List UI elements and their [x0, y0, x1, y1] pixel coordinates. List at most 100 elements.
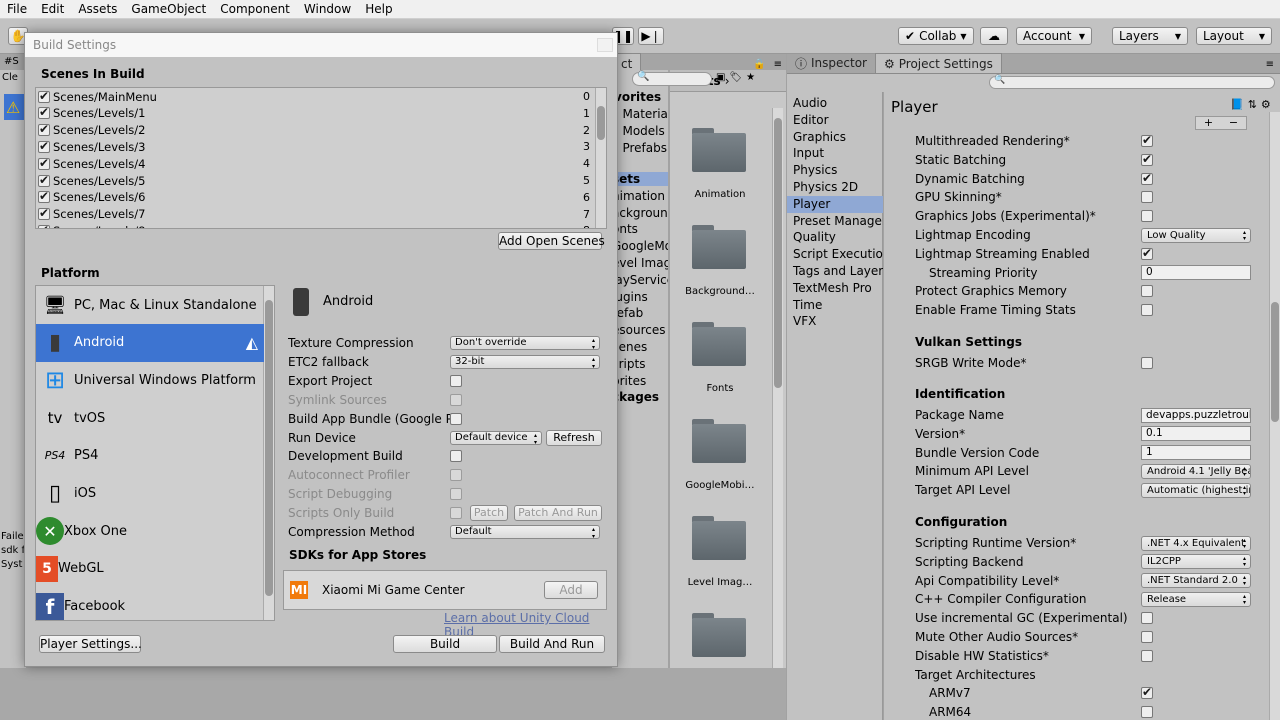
platform-pc-mac-linux-standalone[interactable]: 🖥 PC, Mac & Linux Standalone	[36, 286, 264, 324]
scene-checkbox[interactable]	[38, 189, 50, 204]
favorites-item[interactable]: vorites	[614, 90, 661, 104]
scene-row[interactable]: Scenes/Levels/8 8	[38, 222, 590, 228]
setting-checkbox[interactable]	[1141, 133, 1153, 147]
folder-icon[interactable]	[692, 419, 746, 463]
console-tab-fragment[interactable]: #S	[0, 54, 26, 70]
build-option-checkbox[interactable]	[450, 374, 462, 387]
assets-scrollbar[interactable]	[772, 108, 783, 698]
platform-ios[interactable]: ▯ iOS	[36, 475, 264, 513]
build-option-checkbox[interactable]	[450, 393, 462, 406]
scene-checkbox[interactable]	[38, 156, 50, 170]
setting-field[interactable]: 0.1	[1141, 426, 1251, 442]
asset-tree-item[interactable]: GoogleMob	[612, 239, 668, 253]
menu-assets[interactable]: Assets	[71, 0, 124, 19]
setting-checkbox[interactable]	[1141, 285, 1153, 298]
folder-icon[interactable]	[692, 128, 746, 172]
scene-checkbox[interactable]	[38, 139, 50, 153]
settings-category-physics[interactable]: Physics	[787, 162, 883, 179]
build-option-checkbox[interactable]	[450, 469, 462, 482]
run-device-dropdown[interactable]: Default device	[450, 430, 542, 445]
build-option-checkbox[interactable]	[450, 488, 462, 501]
gear-icon[interactable]: ⚙	[1261, 98, 1271, 111]
favorites-item[interactable]: ll Prefabs	[612, 141, 667, 155]
build-option-dropdown[interactable]: 32-bit	[450, 354, 600, 369]
player-scrollbar[interactable]	[1269, 112, 1280, 720]
tab-inspector[interactable]: ⓘ Inspector	[787, 53, 875, 73]
setting-field[interactable]: 1	[1141, 445, 1251, 461]
build-button[interactable]: Build	[393, 635, 497, 653]
patch-button[interactable]: Patch	[470, 505, 508, 522]
scene-row[interactable]: Scenes/MainMenu 0	[38, 88, 590, 105]
close-icon[interactable]	[597, 38, 613, 52]
setting-checkbox[interactable]	[1141, 304, 1153, 317]
settings-category-audio[interactable]: Audio	[787, 95, 883, 112]
setting-checkbox[interactable]	[1141, 649, 1153, 662]
setting-dropdown[interactable]: Automatic (highest in	[1141, 482, 1251, 498]
layout-dropdown[interactable]: Layout ▼	[1196, 27, 1272, 45]
scene-row[interactable]: Scenes/Levels/5 5	[38, 172, 590, 189]
favorites-item[interactable]: ll Models	[612, 124, 665, 138]
filter-label-icon[interactable]: 🏷	[729, 72, 742, 86]
menu-help[interactable]: Help	[358, 0, 399, 19]
setting-dropdown[interactable]: Low Quality	[1141, 227, 1251, 243]
build-option-checkbox[interactable]	[450, 412, 462, 425]
menu-file[interactable]: File	[0, 0, 34, 19]
platform-android[interactable]: ▮ Android ◭	[36, 323, 264, 362]
setting-checkbox[interactable]	[1141, 191, 1153, 204]
menu-icon[interactable]: ≡	[1260, 59, 1280, 73]
menu-window[interactable]: Window	[297, 0, 358, 19]
setting-checkbox[interactable]	[1141, 612, 1153, 625]
build-option-checkbox[interactable]	[450, 507, 462, 520]
settings-category-vfx[interactable]: VFX	[787, 313, 883, 330]
refresh-button[interactable]: Refresh	[546, 429, 602, 446]
patch-and-run-button[interactable]: Patch And Run	[514, 505, 602, 522]
setting-checkbox[interactable]	[1141, 171, 1153, 185]
scene-row[interactable]: Scenes/Levels/6 6	[38, 189, 590, 206]
filter-type-icon[interactable]: ▣	[716, 72, 725, 86]
setting-checkbox[interactable]	[1141, 706, 1153, 719]
scene-row[interactable]: Scenes/Levels/2 2	[38, 122, 590, 139]
book-icon[interactable]: 📘	[1230, 98, 1244, 111]
platform-tvos[interactable]: tv tvOS	[36, 399, 264, 437]
build-option-dropdown[interactable]: Default	[450, 525, 600, 539]
asset-tree-item[interactable]: nimation	[612, 189, 665, 203]
platform-ps4[interactable]: PS4 PS4	[36, 437, 264, 475]
folder-icon[interactable]	[692, 516, 746, 560]
setting-dropdown[interactable]: Android 4.1 'Jelly Bea	[1141, 463, 1251, 479]
minus-icon[interactable]: −	[1229, 117, 1238, 129]
build-option-checkbox[interactable]	[450, 450, 462, 463]
setting-checkbox[interactable]	[1141, 152, 1153, 166]
settings-category-tags-and-layers[interactable]: Tags and Layers	[787, 263, 883, 280]
settings-category-textmesh-pro[interactable]: TextMesh Pro	[787, 280, 883, 297]
sdk-add-button[interactable]: Add	[544, 581, 598, 599]
setting-checkbox[interactable]	[1141, 631, 1153, 643]
platform-scrollbar[interactable]	[263, 286, 274, 620]
platform-xbox-one[interactable]: ✕ Xbox One	[36, 512, 264, 550]
favorites-item[interactable]: ll Material	[612, 107, 668, 121]
setting-field[interactable]: devapps.puzzletroubl	[1141, 407, 1251, 423]
settings-category-graphics[interactable]: Graphics	[787, 129, 883, 146]
scene-row[interactable]: Scenes/Levels/1 1	[38, 105, 590, 122]
setting-dropdown[interactable]: IL2CPP	[1141, 554, 1251, 570]
asset-tree-item[interactable]: ackgroun	[612, 206, 668, 220]
setting-dropdown[interactable]: .NET 4.x Equivalent	[1141, 535, 1251, 551]
collab-button[interactable]: ✔ Collab ▼	[898, 27, 974, 45]
setting-checkbox[interactable]	[1141, 357, 1153, 369]
setting-dropdown[interactable]: Release	[1141, 591, 1251, 607]
menu-gameobject[interactable]: GameObject	[124, 0, 213, 19]
step-icon[interactable]: ▶❘	[638, 27, 664, 45]
scene-checkbox[interactable]	[38, 89, 50, 103]
star-icon[interactable]: ★	[746, 72, 755, 86]
settings-category-player[interactable]: Player	[787, 195, 883, 213]
preset-icon[interactable]: ⇅	[1248, 98, 1257, 111]
settings-search-input[interactable]: 🔍	[989, 75, 1275, 89]
project-search-input[interactable]: 🔍	[632, 71, 712, 86]
asset-tree-item[interactable]: evel Imag	[612, 256, 668, 270]
setting-field[interactable]: 0	[1141, 265, 1251, 281]
asset-tree-item[interactable]: layService	[612, 273, 668, 287]
cloud-icon[interactable]: ☁	[980, 27, 1008, 45]
setting-checkbox[interactable]	[1141, 685, 1153, 700]
scene-checkbox[interactable]	[38, 173, 50, 187]
player-settings-button[interactable]: Player Settings...	[39, 635, 142, 653]
account-dropdown[interactable]: Account ▼	[1016, 27, 1092, 45]
